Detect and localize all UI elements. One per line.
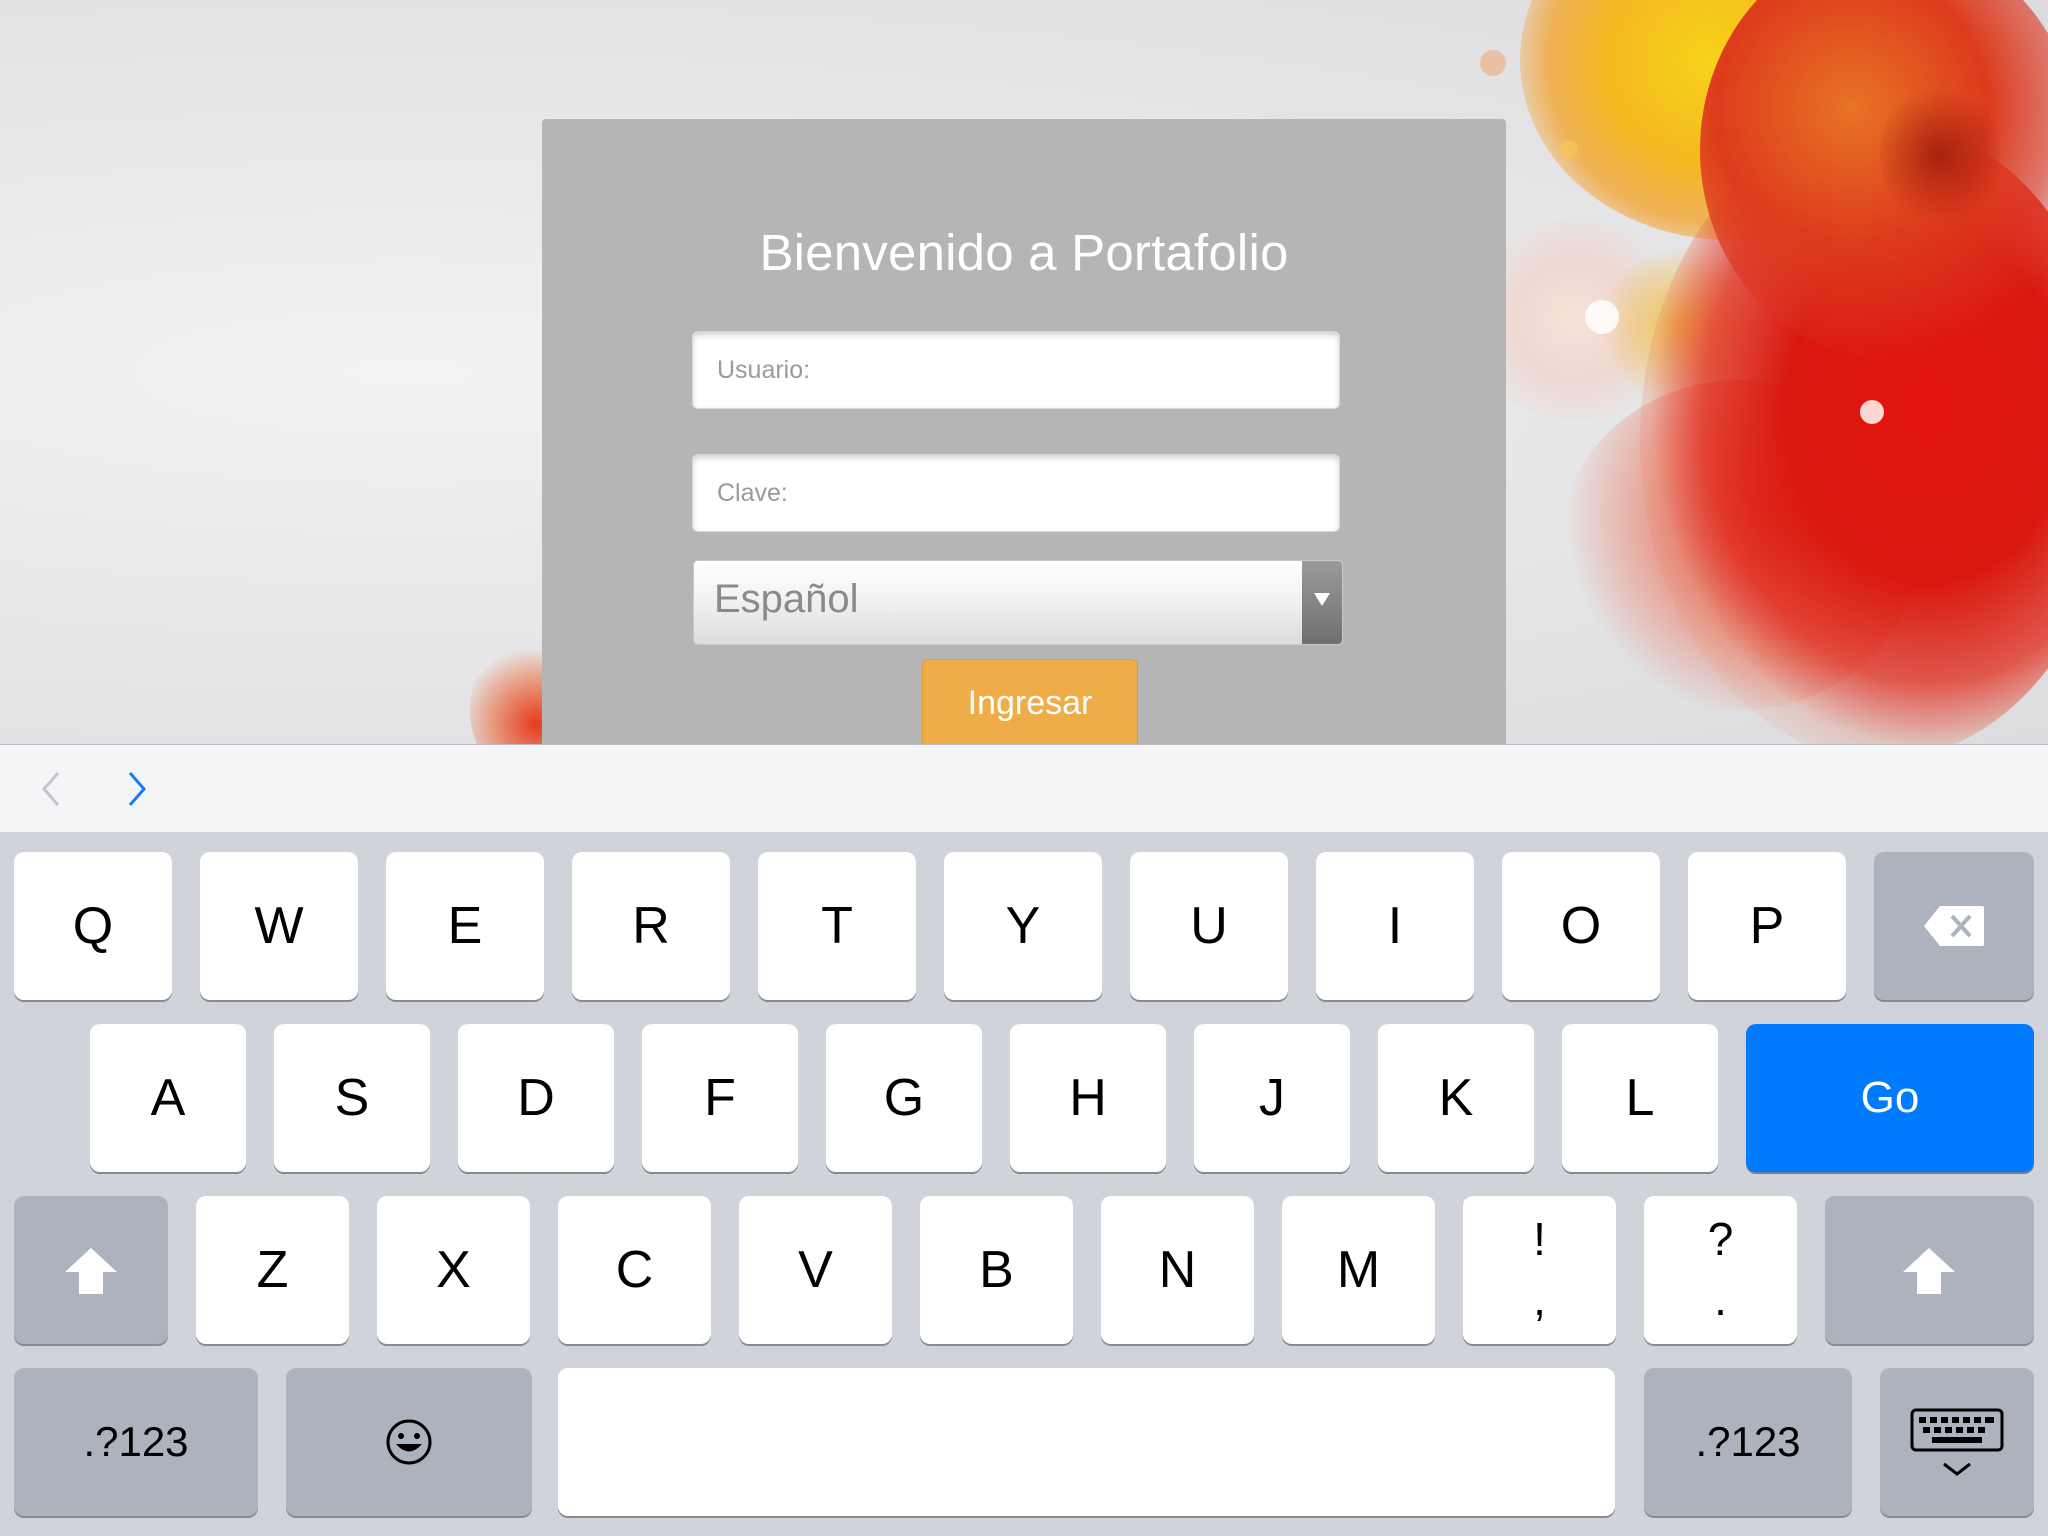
form-accessory-bar <box>0 744 2048 833</box>
select-arrow-box[interactable] <box>1302 561 1342 644</box>
keyboard-dismiss-icon <box>1910 1408 2004 1476</box>
key-top-char: ! <box>1533 1213 1546 1265</box>
dropdown-arrow-icon <box>1314 593 1330 606</box>
splash-decoration <box>1880 80 2000 230</box>
key-q[interactable]: Q <box>14 852 172 1000</box>
delete-key[interactable] <box>1874 852 2034 1000</box>
key-question-period[interactable]: ? . <box>1644 1196 1797 1344</box>
key-n[interactable]: N <box>1101 1196 1254 1344</box>
splash-drop <box>1860 400 1884 424</box>
numbers-key-right[interactable]: .?123 <box>1644 1368 1852 1516</box>
password-field[interactable] <box>692 454 1340 532</box>
login-card: Bienvenido a Portafolio Español Ingresar <box>542 119 1506 745</box>
shift-icon <box>1903 1248 1955 1294</box>
key-bottom-char: . <box>1714 1273 1727 1325</box>
shift-icon <box>65 1248 117 1294</box>
key-o[interactable]: O <box>1502 852 1660 1000</box>
key-y[interactable]: Y <box>944 852 1102 1000</box>
previous-field-button[interactable] <box>32 769 72 809</box>
go-key[interactable]: Go <box>1746 1024 2034 1172</box>
username-field[interactable] <box>692 331 1340 409</box>
key-h[interactable]: H <box>1010 1024 1166 1172</box>
splash-drop <box>1560 140 1578 158</box>
numbers-key-left[interactable]: .?123 <box>14 1368 258 1516</box>
key-exclamation-comma[interactable]: ! , <box>1463 1196 1616 1344</box>
key-a[interactable]: A <box>90 1024 246 1172</box>
key-f[interactable]: F <box>642 1024 798 1172</box>
key-m[interactable]: M <box>1282 1196 1435 1344</box>
password-input[interactable] <box>693 455 1339 531</box>
shift-key-right[interactable] <box>1825 1196 2034 1344</box>
key-t[interactable]: T <box>758 852 916 1000</box>
page-title: Bienvenido a Portafolio <box>759 224 1289 281</box>
username-input[interactable] <box>693 332 1339 408</box>
key-x[interactable]: X <box>377 1196 530 1344</box>
key-top-char: ? <box>1707 1213 1734 1265</box>
space-key[interactable] <box>558 1368 1615 1516</box>
key-u[interactable]: U <box>1130 852 1288 1000</box>
key-d[interactable]: D <box>458 1024 614 1172</box>
login-button[interactable]: Ingresar <box>922 659 1138 745</box>
key-j[interactable]: J <box>1194 1024 1350 1172</box>
key-g[interactable]: G <box>826 1024 982 1172</box>
key-p[interactable]: P <box>1688 852 1846 1000</box>
shift-key-left[interactable] <box>14 1196 168 1344</box>
language-selected-value: Español <box>714 577 859 621</box>
key-l[interactable]: L <box>1562 1024 1718 1172</box>
key-v[interactable]: V <box>739 1196 892 1344</box>
key-e[interactable]: E <box>386 852 544 1000</box>
splash-drop <box>1480 50 1506 76</box>
keyboard: Q W E R T Y U I O P A S D F G H J K L Go… <box>0 832 2048 1536</box>
chevron-left-icon <box>42 772 60 806</box>
dismiss-keyboard-key[interactable] <box>1880 1368 2034 1516</box>
emoji-key[interactable] <box>286 1368 532 1516</box>
key-c[interactable]: C <box>558 1196 711 1344</box>
emoji-icon <box>386 1419 432 1465</box>
key-s[interactable]: S <box>274 1024 430 1172</box>
chevron-right-icon <box>128 772 146 806</box>
next-field-button[interactable] <box>116 769 156 809</box>
language-select[interactable]: Español <box>693 560 1343 645</box>
page-background: Bienvenido a Portafolio Español Ingresar <box>0 0 2048 745</box>
key-bottom-char: , <box>1533 1273 1546 1325</box>
splash-drop <box>1585 300 1619 334</box>
key-b[interactable]: B <box>920 1196 1073 1344</box>
key-w[interactable]: W <box>200 852 358 1000</box>
key-z[interactable]: Z <box>196 1196 349 1344</box>
key-i[interactable]: I <box>1316 852 1474 1000</box>
key-k[interactable]: K <box>1378 1024 1534 1172</box>
key-r[interactable]: R <box>572 852 730 1000</box>
delete-icon <box>1924 906 1984 946</box>
